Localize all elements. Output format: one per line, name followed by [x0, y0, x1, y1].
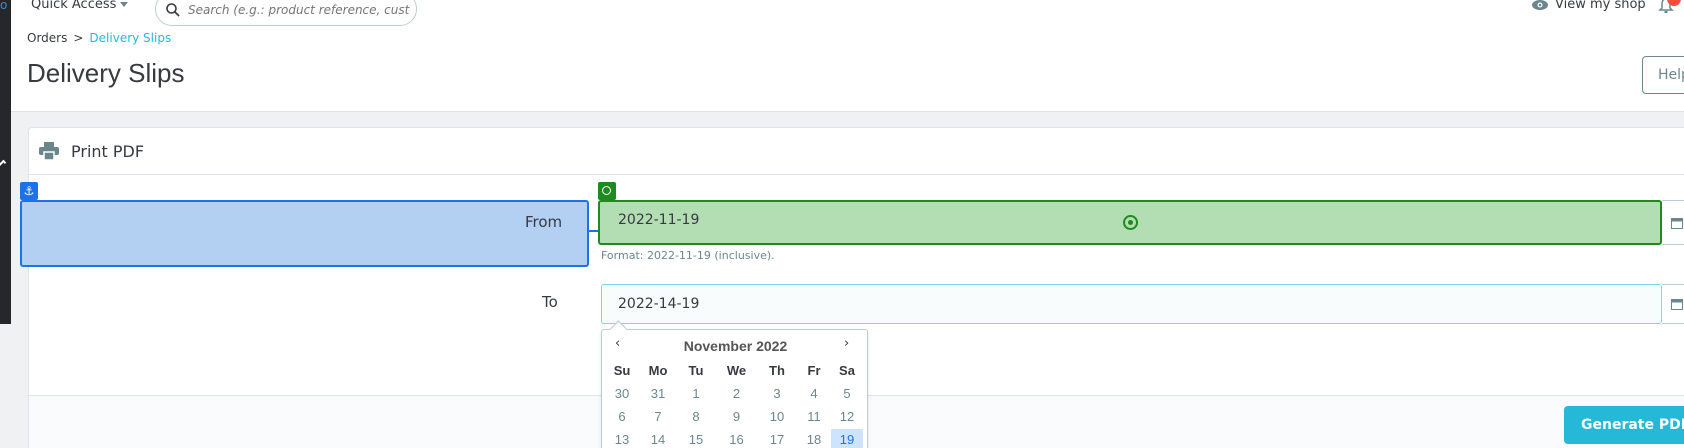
- day-cell[interactable]: 12: [831, 406, 863, 428]
- panel-header: Print PDF: [29, 128, 1684, 175]
- search-input[interactable]: [188, 0, 410, 21]
- datepicker: ‹ › November 2022 Su Mo Tu We Th Fr Sa 3…: [601, 329, 868, 448]
- calendar-icon: [1670, 299, 1683, 310]
- day-cell[interactable]: 15: [676, 429, 716, 448]
- from-date-input[interactable]: [618, 212, 1118, 228]
- to-date-input[interactable]: [601, 284, 1662, 324]
- day-cell[interactable]: 13: [604, 429, 640, 448]
- datepicker-title[interactable]: November 2022: [602, 338, 869, 354]
- weekday-header: Tu: [688, 363, 704, 378]
- day-cell[interactable]: 4: [797, 383, 831, 405]
- eye-icon: [1532, 0, 1548, 10]
- to-calendar-button[interactable]: [1662, 284, 1684, 324]
- weekday-header: Mo: [648, 363, 668, 378]
- breadcrumb: Orders > Delivery Slips: [27, 31, 171, 45]
- datepicker-grid: Su Mo Tu We Th Fr Sa 30 31 1 2 3 4 5 6 7…: [604, 360, 863, 448]
- quick-access-dropdown[interactable]: Quick Access: [31, 0, 129, 12]
- weekday-header: Fr: [807, 363, 821, 378]
- chevron-left-icon[interactable]: [0, 159, 7, 169]
- day-cell[interactable]: 14: [640, 429, 676, 448]
- day-cell[interactable]: 31: [640, 383, 676, 405]
- quick-access-label: Quick Access: [31, 0, 117, 12]
- day-cell[interactable]: 17: [757, 429, 797, 448]
- search-box[interactable]: [155, 0, 417, 26]
- day-cell[interactable]: 9: [716, 406, 757, 428]
- target-icon: [598, 182, 616, 200]
- day-cell[interactable]: 11: [797, 406, 831, 428]
- weekday-header: Th: [769, 363, 785, 378]
- day-cell[interactable]: 18: [797, 429, 831, 448]
- weekday-header: We: [726, 363, 747, 378]
- page-title: Delivery Slips: [27, 58, 185, 88]
- day-cell-selected[interactable]: 19: [831, 429, 863, 448]
- from-help-text: Format: 2022-11-19 (inclusive).: [601, 249, 775, 262]
- day-cell[interactable]: 8: [676, 406, 716, 428]
- caret-down-icon: [120, 2, 129, 7]
- anchor-icon: ⚓: [20, 182, 38, 200]
- day-cell[interactable]: 5: [831, 383, 863, 405]
- day-cell[interactable]: 6: [604, 406, 640, 428]
- view-my-shop-label: View my shop: [1555, 0, 1646, 12]
- printer-icon: [39, 142, 59, 160]
- breadcrumb-delivery-slips[interactable]: Delivery Slips: [89, 31, 171, 45]
- weekday-header: Su: [613, 363, 631, 378]
- day-cell[interactable]: 2: [716, 383, 757, 405]
- day-cell[interactable]: 10: [757, 406, 797, 428]
- day-cell[interactable]: 16: [716, 429, 757, 448]
- crosshair-icon: [1123, 215, 1138, 230]
- breadcrumb-orders[interactable]: Orders: [27, 31, 67, 45]
- from-label-highlight: [20, 200, 589, 267]
- search-icon: [166, 3, 180, 17]
- calendar-icon: [1670, 217, 1683, 229]
- from-calendar-button[interactable]: [1662, 200, 1684, 245]
- day-cell[interactable]: 7: [640, 406, 676, 428]
- panel-title: Print PDF: [71, 141, 145, 161]
- view-my-shop-link[interactable]: View my shop: [1531, 0, 1646, 12]
- from-label: From: [525, 213, 563, 231]
- sidebar-logo-icon: o: [0, 0, 8, 12]
- help-button[interactable]: Help: [1642, 56, 1684, 94]
- breadcrumb-separator: >: [73, 31, 84, 45]
- day-cell[interactable]: 30: [604, 383, 640, 405]
- weekday-header: Sa: [839, 363, 855, 378]
- day-cell[interactable]: 1: [676, 383, 716, 405]
- day-cell[interactable]: 3: [757, 383, 797, 405]
- to-label: To: [542, 293, 558, 311]
- generate-pdf-button[interactable]: Generate PDF: [1564, 406, 1684, 444]
- sidebar: [0, 0, 11, 324]
- top-header: Quick Access View my shop: [11, 0, 1684, 112]
